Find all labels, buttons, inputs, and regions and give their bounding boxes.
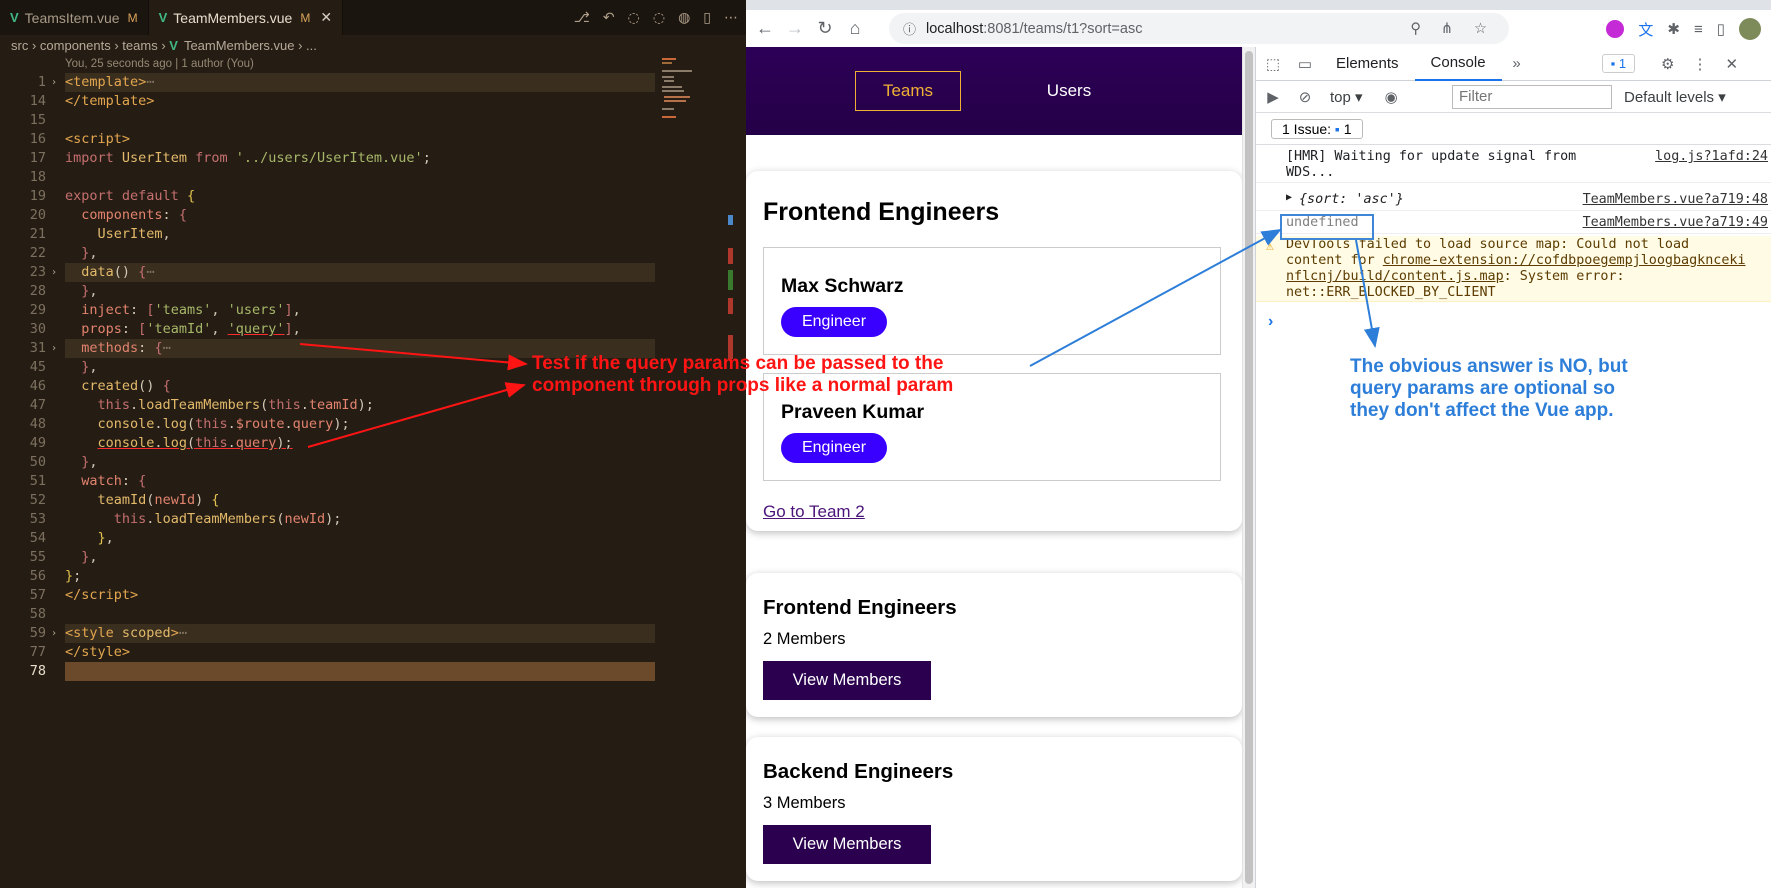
annotation-arrows — [299, 229, 1380, 448]
annotation-answer: The obvious answer is NO, but query para… — [1350, 356, 1628, 421]
annotation-question: Test if the query params can be passed t… — [532, 353, 954, 396]
